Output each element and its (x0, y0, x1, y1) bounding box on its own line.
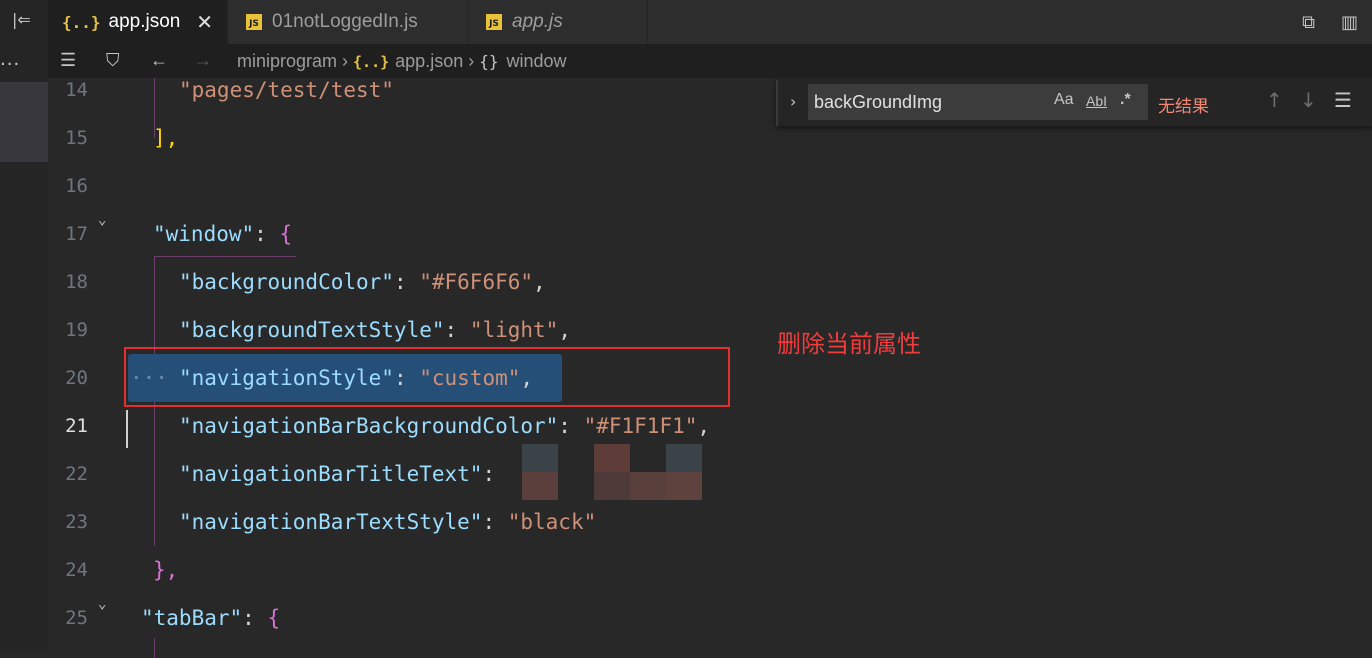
line-text: }, (153, 558, 179, 582)
breadcrumb: ☰ ⛉ ← → miniprogram › {..} app.json › {}… (48, 44, 1372, 78)
line-text: ], (153, 126, 179, 150)
line-number: 21 (65, 415, 88, 437)
collapse-sidebar-icon[interactable]: |⇐ (12, 10, 31, 29)
json-key: "backgroundColor" (179, 270, 394, 294)
json-key: "navigationBarTitleText" (179, 462, 483, 486)
fold-chevron-icon[interactable]: ⌄ (98, 596, 106, 612)
annotation-highlight-box (124, 347, 730, 407)
json-value: "#F1F1F1" (583, 414, 698, 438)
json-file-icon: {..} (353, 52, 390, 71)
line-number: 23 (65, 511, 88, 533)
annotation-text: 删除当前属性 (777, 330, 921, 358)
json-key: "navigationBarBackgroundColor" (179, 414, 559, 438)
find-in-selection-icon[interactable]: ☰ (1334, 88, 1352, 112)
line-number: 20 (65, 367, 88, 389)
activity-selected-item[interactable] (0, 82, 48, 162)
object-icon: {} (479, 52, 499, 71)
open-changes-icon[interactable]: ⧉ (1302, 12, 1315, 33)
code-line: 23 "navigationBarTextStyle": "black" (48, 510, 1372, 558)
line-number: 16 (65, 175, 88, 197)
line-number: 17 (65, 223, 88, 245)
bookmark-icon[interactable]: ⛉ (106, 50, 120, 71)
forward-arrow-icon[interactable]: → (194, 50, 212, 71)
breadcrumb-item-window[interactable]: window (506, 51, 566, 72)
json-key: "tabBar" (141, 606, 243, 630)
js-file-icon: JS (486, 14, 502, 30)
tab-label: app.js (512, 11, 563, 32)
breadcrumb-item-miniprogram[interactable]: miniprogram (237, 51, 337, 72)
line-text: "pages/test/test" (179, 78, 394, 102)
line-number: 18 (65, 271, 88, 293)
fold-chevron-icon[interactable]: ⌄ (98, 212, 106, 228)
line-number: 25 (65, 607, 88, 629)
line-number: 19 (65, 319, 88, 341)
line-number: 14 (65, 79, 88, 101)
close-tab-icon[interactable]: ✕ (196, 10, 213, 35)
find-widget: › Aa AbI .* 无结果 ↑ ↓ ☰ (776, 80, 1372, 126)
json-value: "black" (507, 510, 597, 534)
line-number: 15 (65, 127, 88, 149)
tab-01notloggedin-js[interactable]: JS 01notLoggedIn.js (228, 0, 468, 44)
activity-bar: |⇐ ··· (0, 0, 48, 649)
code-line: 17 ⌄ "window": { (48, 212, 1372, 270)
chevron-right-icon: › (468, 51, 475, 71)
match-case-icon[interactable]: Aa (1054, 91, 1074, 109)
split-editor-icon[interactable]: ▥ (1341, 12, 1358, 33)
json-key: "window" (153, 222, 255, 246)
line-number: 22 (65, 463, 88, 485)
previous-match-icon[interactable]: ↑ (1266, 88, 1283, 112)
redacted-mosaic (522, 444, 702, 500)
json-key: "navigationBarTextStyle" (179, 510, 483, 534)
find-field: Aa AbI .* (808, 84, 1148, 120)
code-line: 22 "navigationBarTitleText": (48, 462, 1372, 510)
code-line-current: 21 "navigationBarBackgroundColor": "#F1F… (48, 414, 1372, 462)
code-line: 15 ], (48, 126, 1372, 174)
tab-label: 01notLoggedIn.js (272, 11, 418, 32)
tab-bar: {..} app.json ✕ JS 01notLoggedIn.js JS a… (48, 0, 1372, 44)
whole-word-icon[interactable]: AbI (1086, 93, 1107, 109)
json-file-icon: {..} (62, 12, 101, 32)
tab-label: app.json (108, 11, 181, 32)
outline-list-icon[interactable]: ☰ (60, 50, 76, 71)
json-value: "light" (469, 318, 559, 342)
js-file-icon: JS (246, 14, 262, 30)
code-line: 24 }, (48, 558, 1372, 606)
line-number: 24 (65, 559, 88, 581)
breadcrumb-item-app-json[interactable]: app.json (395, 51, 463, 72)
regex-icon[interactable]: .* (1120, 91, 1131, 109)
code-line: 25 ⌄ "tabBar": { (48, 596, 1372, 654)
json-brace: { (279, 222, 293, 246)
code-line: 16 (48, 174, 1372, 222)
code-line: 18 "backgroundColor": "#F6F6F6", (48, 270, 1372, 318)
editor-actions: ⧉ ▥ (1302, 0, 1372, 44)
json-key: "backgroundTextStyle" (179, 318, 445, 342)
json-brace: { (267, 606, 281, 630)
back-arrow-icon[interactable]: ← (150, 50, 168, 71)
chevron-right-icon: › (342, 51, 349, 71)
next-match-icon[interactable]: ↓ (1300, 88, 1317, 112)
tab-app-json[interactable]: {..} app.json ✕ (48, 0, 228, 44)
find-input[interactable] (808, 84, 1060, 120)
json-value: "#F6F6F6" (419, 270, 534, 294)
more-icon[interactable]: ··· (0, 54, 20, 75)
find-result-status: 无结果 (1158, 97, 1209, 117)
toggle-replace-icon[interactable]: › (790, 92, 796, 111)
tab-app-js[interactable]: JS app.js (468, 0, 648, 44)
